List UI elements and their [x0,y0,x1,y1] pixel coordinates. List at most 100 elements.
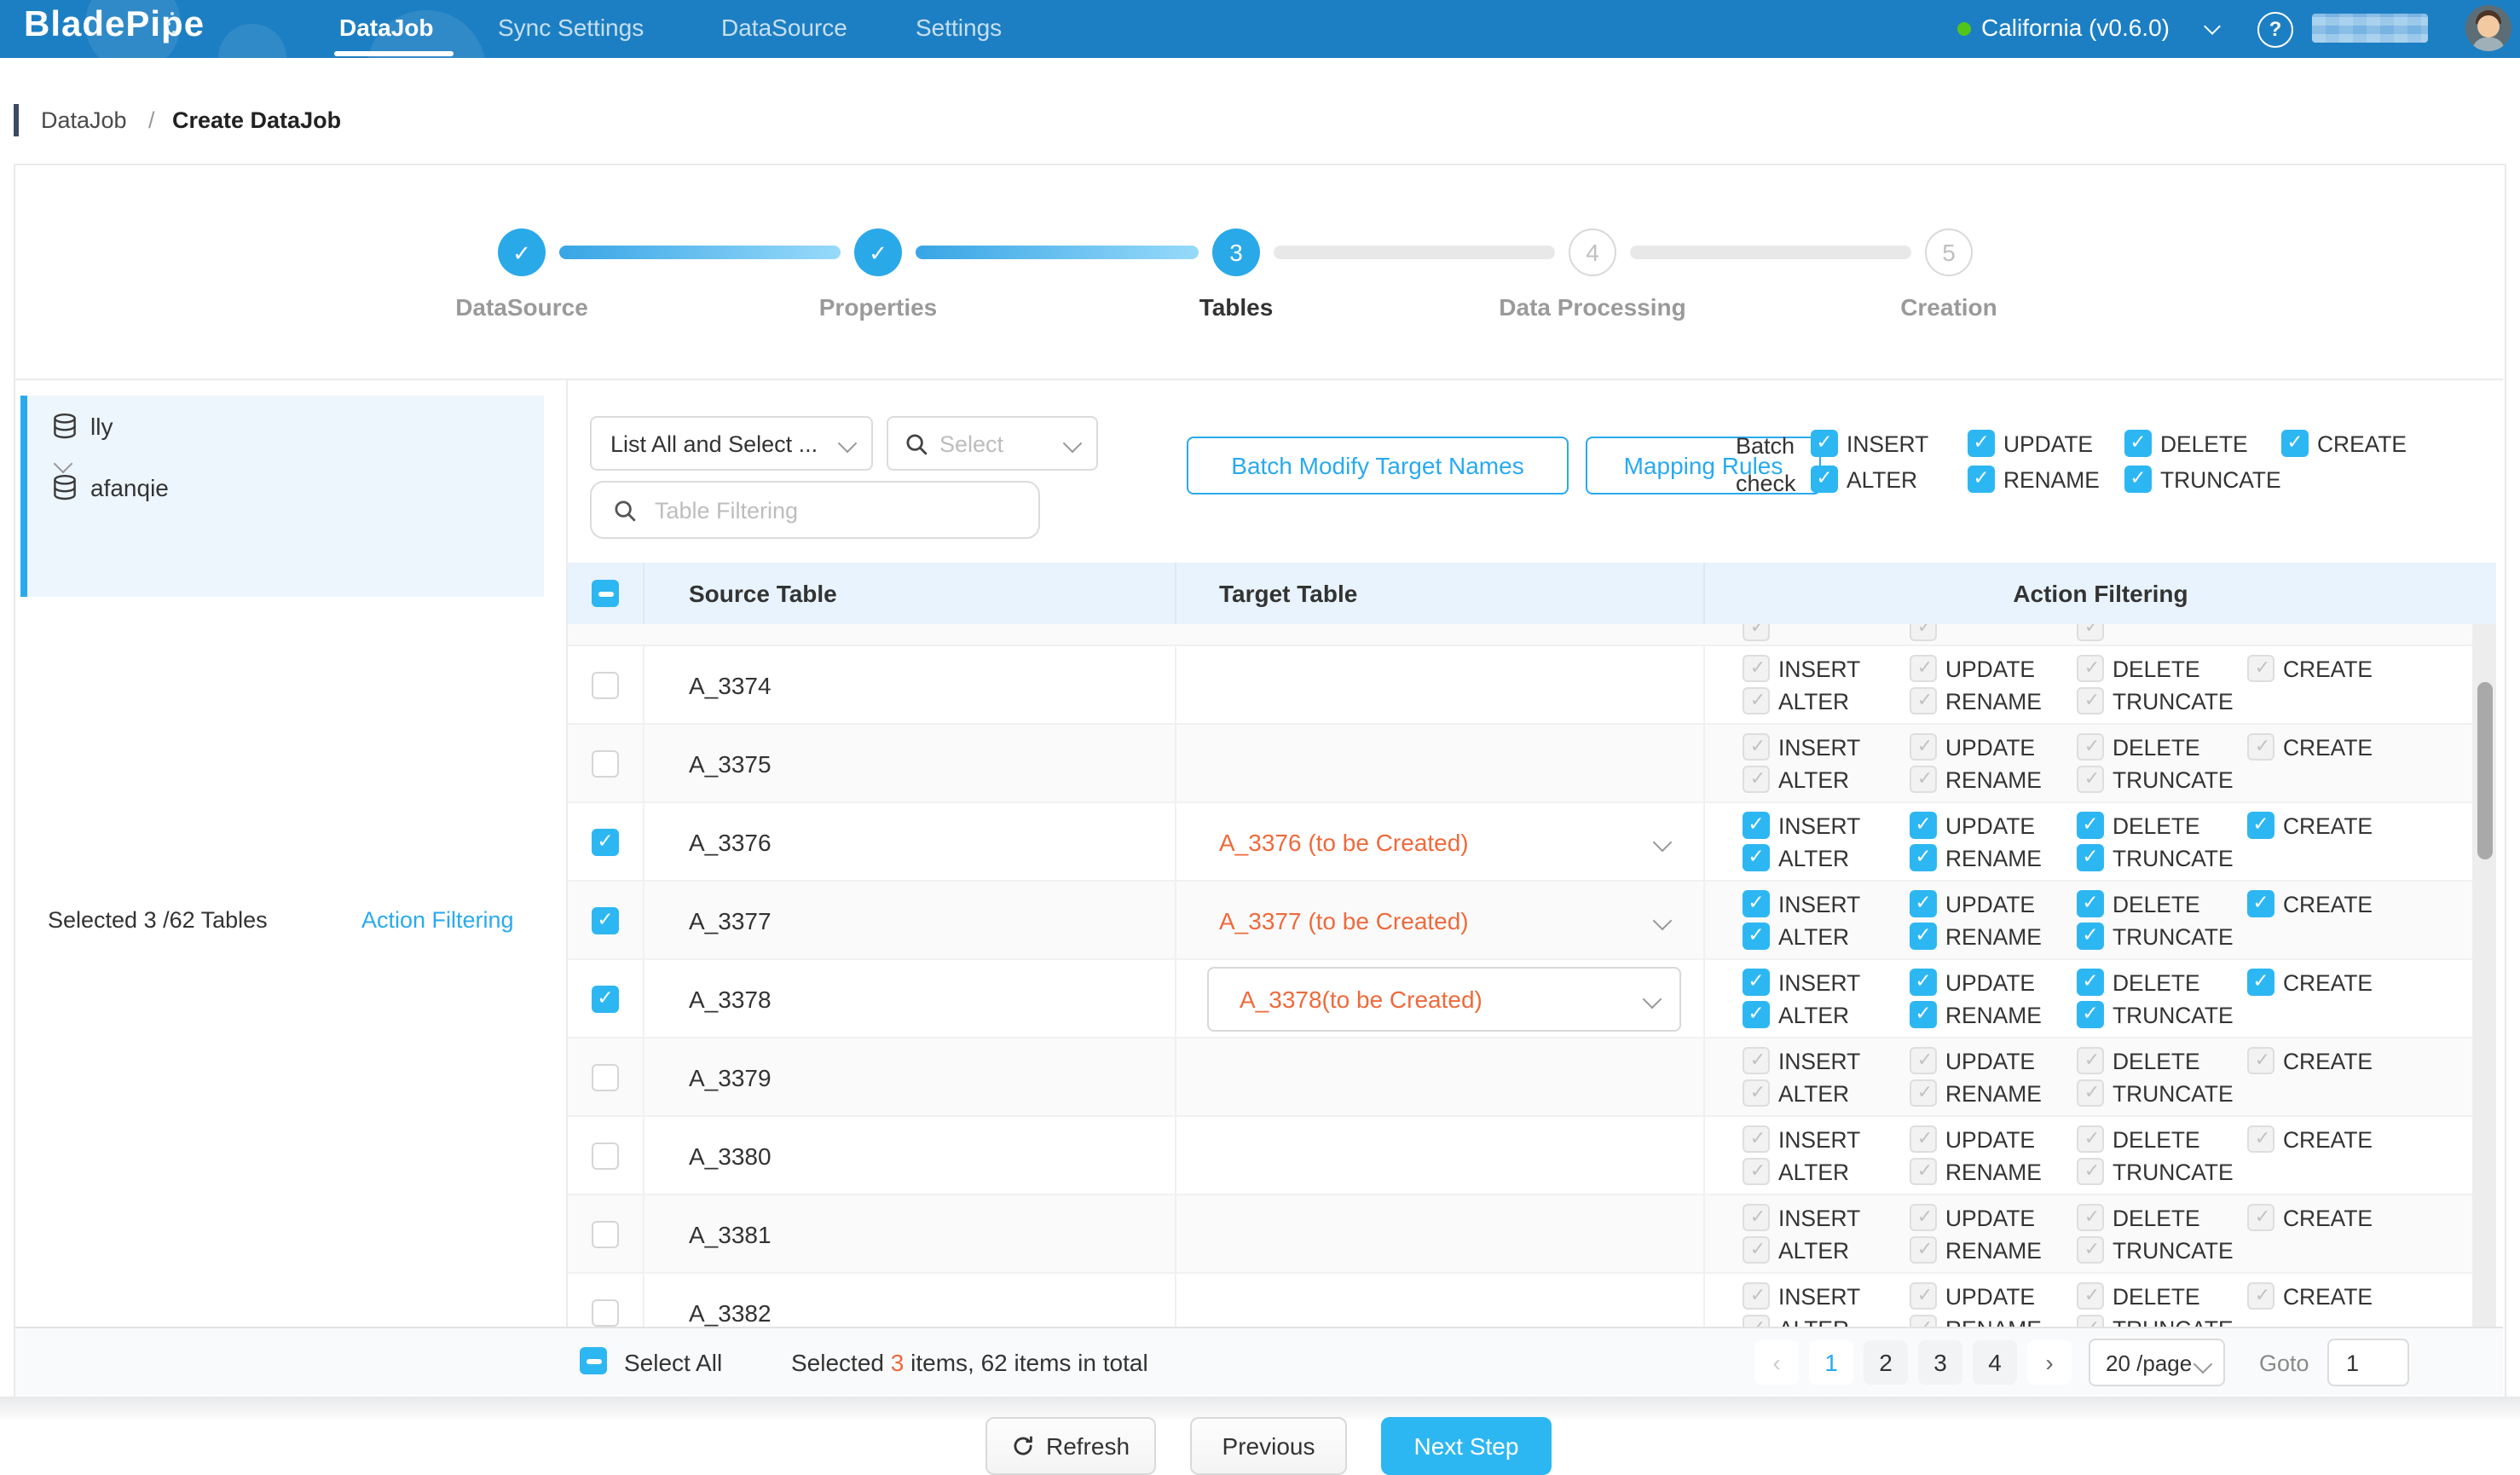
action-checkbox-create[interactable] [2247,812,2274,839]
action-filtering-link[interactable]: Action Filtering [361,907,514,933]
row-select-checkbox[interactable] [592,985,619,1012]
pagination-next-button[interactable]: › [2027,1340,2072,1385]
partially-scrolled-row [568,624,2472,646]
action-checkbox-update[interactable] [1910,812,1937,839]
table-filter-input[interactable] [651,495,999,524]
action-label: RENAME [1945,1002,2042,1027]
action-checkbox-create[interactable] [2281,430,2309,457]
goto-page-input[interactable] [2327,1339,2409,1386]
target-table-select[interactable]: A_3377 (to be Created) [1176,906,1703,934]
schema-select[interactable]: Select [887,416,1098,471]
action-label: TRUNCATE [2113,1316,2234,1327]
action-checkbox-insert[interactable] [1743,969,1770,996]
action-checkbox-truncate[interactable] [2077,1001,2104,1028]
divider [15,379,2503,380]
selection-summary: Selected 3 /62 Tables [48,907,268,933]
select-all-header-checkbox[interactable] [592,580,619,607]
sidebar-selected-pair[interactable]: lly afanqie Selected 3 /62 Tables Action… [20,396,544,597]
action-checkbox-update[interactable] [1968,430,1995,457]
previous-button[interactable]: Previous [1190,1417,1347,1475]
source-table-cell: A_3379 [644,1038,1176,1115]
nav-item-datajob[interactable]: DataJob [339,14,433,41]
source-table-name: A_3380 [689,1142,772,1169]
action-checkbox-rename[interactable] [1910,844,1937,871]
refresh-button[interactable]: Refresh [985,1417,1156,1475]
action-checkbox-truncate[interactable] [2077,923,2104,950]
nav-item-sync-settings[interactable]: Sync Settings [498,14,644,41]
action-label: CREATE [2283,1126,2373,1152]
action-checkbox-alter[interactable] [1743,1001,1770,1028]
next-step-button[interactable]: Next Step [1381,1417,1552,1475]
action-checkbox-rename[interactable] [1910,1001,1937,1028]
pagination-page-3[interactable]: 3 [1918,1340,1962,1385]
action-rename: RENAME [1910,766,2077,793]
action-checkbox-create[interactable] [2247,969,2274,996]
action-checkbox-truncate[interactable] [2124,466,2152,493]
step-label-datasource: DataSource [385,293,658,321]
action-checkbox-update[interactable] [1910,890,1937,917]
action-alter: ALTER [1743,1315,1910,1327]
region-selector[interactable]: California (v0.6.0) [1981,14,2170,41]
row-select-checkbox[interactable] [592,828,619,855]
table-scrollbar-thumb[interactable] [2477,682,2492,859]
action-checkbox-create[interactable] [2247,890,2274,917]
action-checkbox-delete[interactable] [2077,812,2104,839]
page-size-select[interactable]: 20 /page [2089,1339,2225,1386]
action-label: DELETE [2113,656,2200,681]
target-table-select[interactable]: A_3378(to be Created) [1207,966,1681,1031]
pagination-page-1[interactable]: 1 [1809,1340,1853,1385]
action-label: DELETE [2113,1048,2200,1073]
target-table-name: A_3376 (to be Created) [1219,828,1469,855]
action-checkbox-delete[interactable] [2077,969,2104,996]
nav-item-settings[interactable]: Settings [916,14,1002,41]
action-checkbox-rename [1910,1158,1937,1185]
row-select-checkbox[interactable] [592,1220,619,1247]
action-checkbox-alter[interactable] [1743,844,1770,871]
action-label: UPDATE [2003,431,2093,456]
target-table-select[interactable]: A_3376 (to be Created) [1176,828,1703,855]
row-select-checkbox[interactable] [592,1063,619,1090]
action-checkbox-insert[interactable] [1811,430,1838,457]
row-select-checkbox[interactable] [592,671,619,698]
pagination-page-4[interactable]: 4 [1973,1340,2017,1385]
action-label: INSERT [1778,734,1860,760]
list-mode-select[interactable]: List All and Select ... [590,416,873,471]
action-delete: DELETE [2077,969,2247,996]
table-row: A_3375INSERTUPDATEDELETECREATEALTERRENAM… [568,725,2472,803]
select-all-footer-checkbox[interactable] [580,1347,607,1374]
pagination-page-2[interactable]: 2 [1864,1340,1908,1385]
table-filter-box [590,481,1040,539]
action-checkbox-truncate[interactable] [2077,844,2104,871]
row-select-checkbox[interactable] [592,749,619,777]
action-delete: DELETE [2077,1125,2247,1153]
action-checkbox-insert[interactable] [1743,812,1770,839]
action-checkbox-rename[interactable] [1968,466,1995,493]
action-checkbox-delete[interactable] [2124,430,2152,457]
select-all-label[interactable]: Select All [624,1349,722,1376]
action-rename: RENAME [1910,1315,2077,1327]
action-checkbox-alter[interactable] [1811,466,1838,493]
row-select-checkbox[interactable] [592,1142,619,1169]
action-checkbox-alter[interactable] [1743,923,1770,950]
action-checkbox-rename[interactable] [1910,923,1937,950]
action-checkbox-insert[interactable] [1743,890,1770,917]
batch-modify-target-names-button[interactable]: Batch Modify Target Names [1187,437,1569,495]
action-insert: INSERT [1743,655,1910,682]
action-update: UPDATE [1968,430,2124,457]
table-scrollbar-track[interactable] [2472,624,2496,1327]
row-select-checkbox[interactable] [592,906,619,934]
help-icon[interactable]: ? [2257,12,2293,48]
action-delete: DELETE [2077,733,2247,761]
action-create: CREATE [2247,1125,2373,1153]
nav-item-datasource[interactable]: DataSource [721,14,847,41]
source-table-cell: A_3377 [644,882,1176,958]
breadcrumb-parent[interactable]: DataJob [41,107,127,133]
action-checkbox-update[interactable] [1910,969,1937,996]
action-checkbox-create [2247,1204,2274,1231]
avatar[interactable] [2465,5,2511,51]
action-checkbox-delete[interactable] [2077,890,2104,917]
row-select-checkbox[interactable] [592,1299,619,1326]
batch-check-grid: INSERTUPDATEDELETECREATEALTERRENAMETRUNC… [1811,430,2407,493]
action-truncate: TRUNCATE [2077,1236,2247,1264]
action-insert: INSERT [1743,890,1910,917]
